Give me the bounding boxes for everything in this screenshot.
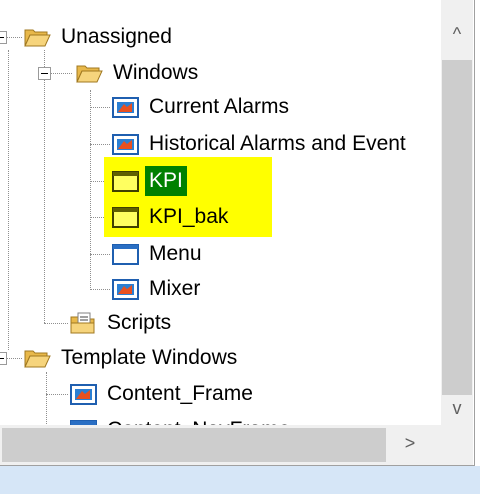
collapse-toggle[interactable] — [38, 67, 51, 80]
window-graphic-icon — [112, 96, 139, 119]
vertical-scroll-thumb[interactable] — [442, 60, 472, 395]
tree-node-unassigned[interactable]: Unassigned — [24, 19, 176, 55]
scroll-right-arrow[interactable]: > — [390, 433, 430, 454]
tree-node-menu[interactable]: Menu — [112, 236, 206, 272]
tree-node-scripts[interactable]: Scripts — [70, 305, 175, 341]
scroll-down-arrow[interactable]: v — [441, 398, 473, 419]
tree-node-label: Windows — [113, 61, 199, 84]
status-strip — [0, 466, 480, 494]
tree-node-label: Historical Alarms and Event — [149, 132, 406, 155]
tree-node-content-frame[interactable]: Content_Frame — [70, 376, 257, 412]
tree-node-mixer[interactable]: Mixer — [112, 271, 204, 307]
window-graphic-icon — [112, 278, 139, 301]
collapse-toggle[interactable] — [0, 352, 7, 365]
tree-line — [90, 107, 110, 108]
tree-node-label: KPI_bak — [149, 205, 229, 228]
scripts-folder-icon — [70, 312, 97, 335]
window-blue-icon — [112, 243, 139, 266]
tree-node-kpi[interactable]: KPI — [112, 163, 187, 199]
tree-node-label: Current Alarms — [149, 95, 290, 118]
tree-line — [90, 289, 110, 290]
tree-node-template-windows[interactable]: Template Windows — [24, 340, 241, 376]
folder-open-icon — [24, 26, 51, 49]
window-graphic-icon — [112, 133, 139, 156]
tree-node-label: Menu — [149, 242, 202, 265]
tree-line — [90, 144, 110, 145]
tree-node-windows[interactable]: Windows — [76, 55, 202, 91]
tree-node-label: Template Windows — [61, 346, 238, 369]
tree-line — [44, 323, 68, 324]
folder-open-icon — [24, 347, 51, 370]
tree-line — [8, 50, 9, 350]
tree-node-historical-alarms[interactable]: Historical Alarms and Event — [112, 126, 410, 162]
tree-view: Unassigned Windows Current Alarms Histor… — [0, 0, 440, 425]
tree-line — [44, 50, 45, 323]
tree-line — [46, 394, 68, 395]
tree-node-label: Scripts — [107, 311, 172, 334]
tree-line — [90, 90, 91, 288]
tree-line — [46, 372, 47, 425]
collapse-toggle[interactable] — [0, 31, 7, 44]
tree-node-label: KPI — [145, 166, 187, 196]
tree-node-kpi-bak[interactable]: KPI_bak — [112, 199, 232, 235]
tree-node-label: Content_Frame — [107, 382, 253, 405]
tree-line — [90, 254, 110, 255]
window-yellow-icon — [112, 206, 139, 229]
tree-node-label: Content_NavFrame — [103, 415, 294, 425]
folder-open-icon — [76, 62, 103, 85]
window-graphic-icon — [70, 383, 97, 406]
window-yellow-icon — [112, 170, 139, 193]
scroll-up-arrow[interactable]: ^ — [441, 24, 473, 45]
tree-node-label: Mixer — [149, 277, 201, 300]
tree-node-label: Unassigned — [61, 25, 172, 48]
tree-view-panel: Unassigned Windows Current Alarms Histor… — [0, 0, 475, 466]
horizontal-scroll-thumb[interactable] — [2, 428, 386, 462]
tree-node-current-alarms[interactable]: Current Alarms — [112, 89, 293, 125]
tree-node-content-navframe[interactable]: Content_NavFrame — [70, 412, 294, 425]
scrollbar-corner — [441, 425, 473, 465]
